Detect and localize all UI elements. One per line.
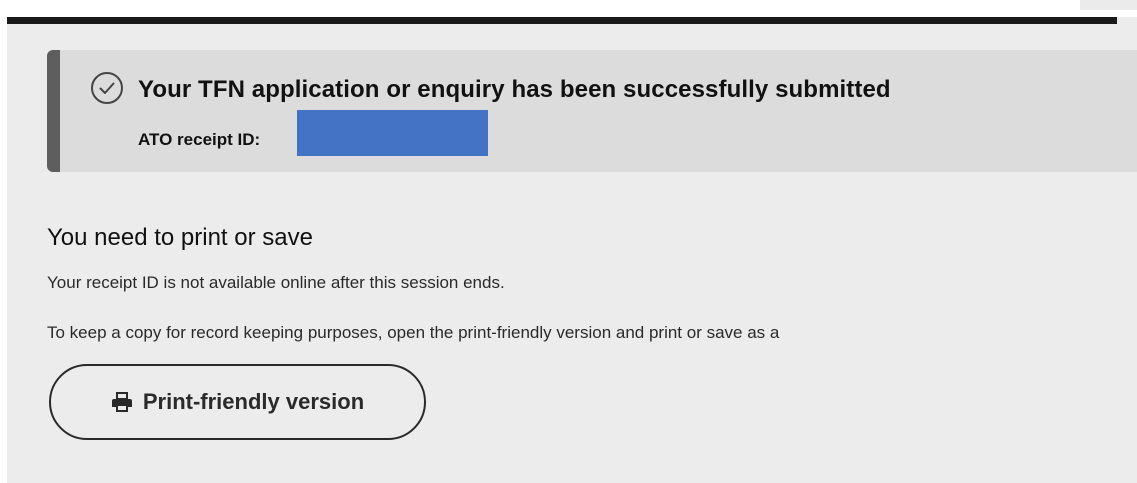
availability-notice: Your receipt ID is not available online … — [47, 273, 505, 292]
print-friendly-button[interactable]: Print-friendly version — [49, 364, 426, 440]
record-keeping-notice: To keep a copy for record keeping purpos… — [47, 323, 780, 342]
printer-icon — [111, 392, 132, 412]
success-message-panel: Your TFN application or enquiry has been… — [47, 50, 1137, 172]
success-title: Your TFN application or enquiry has been… — [138, 76, 891, 103]
receipt-id-label: ATO receipt ID: — [138, 130, 261, 149]
section-heading: You need to print or save — [47, 224, 313, 251]
print-button-label: Print-friendly version — [142, 389, 365, 414]
check-circle-icon — [91, 72, 123, 104]
top-edge-shadow — [1080, 0, 1137, 10]
top-divider — [7, 17, 1117, 24]
page: Your TFN application or enquiry has been… — [0, 0, 1137, 483]
receipt-id-redaction — [297, 110, 488, 156]
